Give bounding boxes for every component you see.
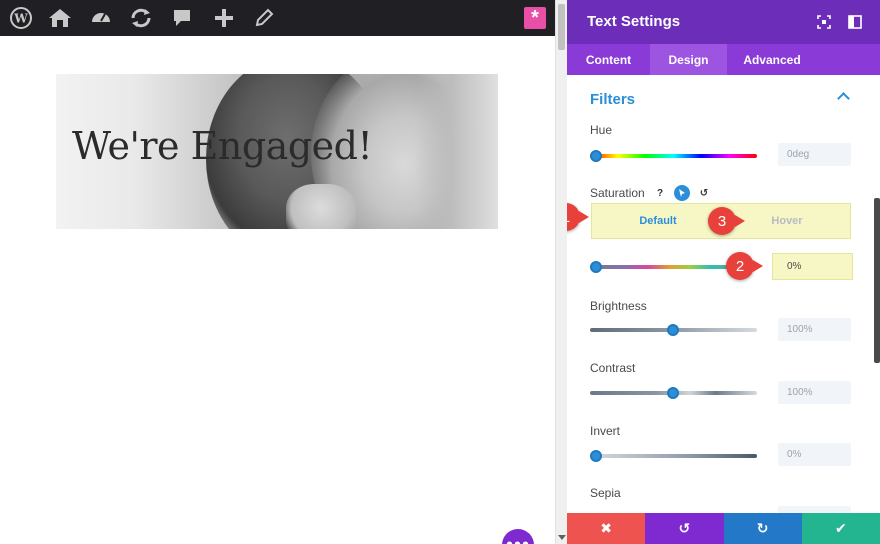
- panel-header: Text Settings: [567, 0, 880, 44]
- divi-star-icon[interactable]: *: [524, 7, 546, 29]
- invert-value-input[interactable]: 0%: [778, 443, 851, 466]
- hero-shade-hand: [286, 184, 356, 229]
- hue-label: Hue: [590, 123, 613, 137]
- panel-title: Text Settings: [587, 13, 681, 30]
- page-settings-button[interactable]: •••: [502, 529, 534, 544]
- hero-title: We're Engaged!: [72, 124, 373, 168]
- callout-3: 3: [708, 207, 745, 235]
- dashboard-icon[interactable]: [89, 7, 113, 29]
- wordpress-icon[interactable]: W: [9, 7, 33, 29]
- edit-icon[interactable]: [252, 7, 276, 29]
- callout-1: 1: [567, 203, 589, 231]
- invert-slider[interactable]: [590, 454, 757, 458]
- wp-admin-bar: W *: [0, 0, 555, 36]
- brightness-value-input[interactable]: 100%: [778, 318, 851, 341]
- updates-icon[interactable]: [129, 7, 153, 29]
- tab-design[interactable]: Design: [650, 44, 727, 75]
- saturation-options: ? ↺: [652, 185, 712, 201]
- panel-content: Filters Hue 0deg Saturation ? ↺ Default …: [567, 75, 880, 513]
- settings-panel: Text Settings Content Design Advanced Fi…: [567, 0, 880, 544]
- chevron-up-icon[interactable]: [837, 92, 850, 105]
- saturation-value-input[interactable]: 0%: [778, 255, 851, 278]
- tab-content[interactable]: Content: [567, 44, 650, 75]
- page-canvas: We're Engaged! •••: [0, 36, 555, 544]
- panel-scrollbar[interactable]: [874, 198, 880, 363]
- fullscreen-icon[interactable]: [817, 15, 831, 29]
- dock-panel-icon[interactable]: [848, 15, 862, 29]
- invert-slider-handle[interactable]: [590, 450, 602, 462]
- comments-icon[interactable]: [170, 7, 194, 29]
- canvas-scrollbar[interactable]: [555, 0, 567, 544]
- contrast-label: Contrast: [590, 361, 636, 375]
- scrollbar-thumb[interactable]: [558, 4, 565, 50]
- hue-value-input[interactable]: 0deg: [778, 143, 851, 166]
- hover-cursor-icon[interactable]: [674, 185, 690, 201]
- saturation-label: Saturation: [590, 186, 645, 200]
- svg-text:W: W: [13, 12, 28, 26]
- undo-button[interactable]: ↺: [645, 513, 724, 544]
- panel-footer: ✖ ↺ ↻ ✔: [567, 513, 880, 544]
- save-button[interactable]: ✔: [801, 513, 880, 544]
- brightness-label: Brightness: [590, 299, 647, 313]
- sepia-label: Sepia: [590, 486, 621, 500]
- help-icon[interactable]: ?: [652, 185, 668, 201]
- app-root: W * We're Engaged! •••: [0, 0, 880, 544]
- tab-advanced[interactable]: Advanced: [727, 44, 817, 75]
- contrast-value-input[interactable]: 100%: [778, 381, 851, 404]
- scroll-down-icon[interactable]: [558, 535, 566, 540]
- callout-2: 2: [726, 252, 763, 280]
- redo-button[interactable]: ↻: [723, 513, 802, 544]
- cancel-button[interactable]: ✖: [567, 513, 646, 544]
- state-tab-default[interactable]: Default: [592, 204, 724, 238]
- hero-shade-hair: [416, 74, 498, 229]
- hue-slider-handle[interactable]: [590, 150, 602, 162]
- add-new-icon[interactable]: [212, 7, 236, 29]
- sepia-value-input[interactable]: [778, 506, 851, 513]
- panel-tabs: Content Design Advanced: [567, 44, 880, 75]
- brightness-slider-handle[interactable]: [667, 324, 679, 336]
- saturation-slider-handle[interactable]: [590, 261, 602, 273]
- invert-label: Invert: [590, 424, 621, 438]
- section-title-filters[interactable]: Filters: [590, 91, 635, 108]
- hero-image[interactable]: We're Engaged!: [56, 74, 498, 229]
- contrast-slider-handle[interactable]: [667, 387, 679, 399]
- reset-icon[interactable]: ↺: [696, 185, 712, 201]
- home-icon[interactable]: [48, 7, 72, 29]
- hue-slider[interactable]: [590, 154, 757, 158]
